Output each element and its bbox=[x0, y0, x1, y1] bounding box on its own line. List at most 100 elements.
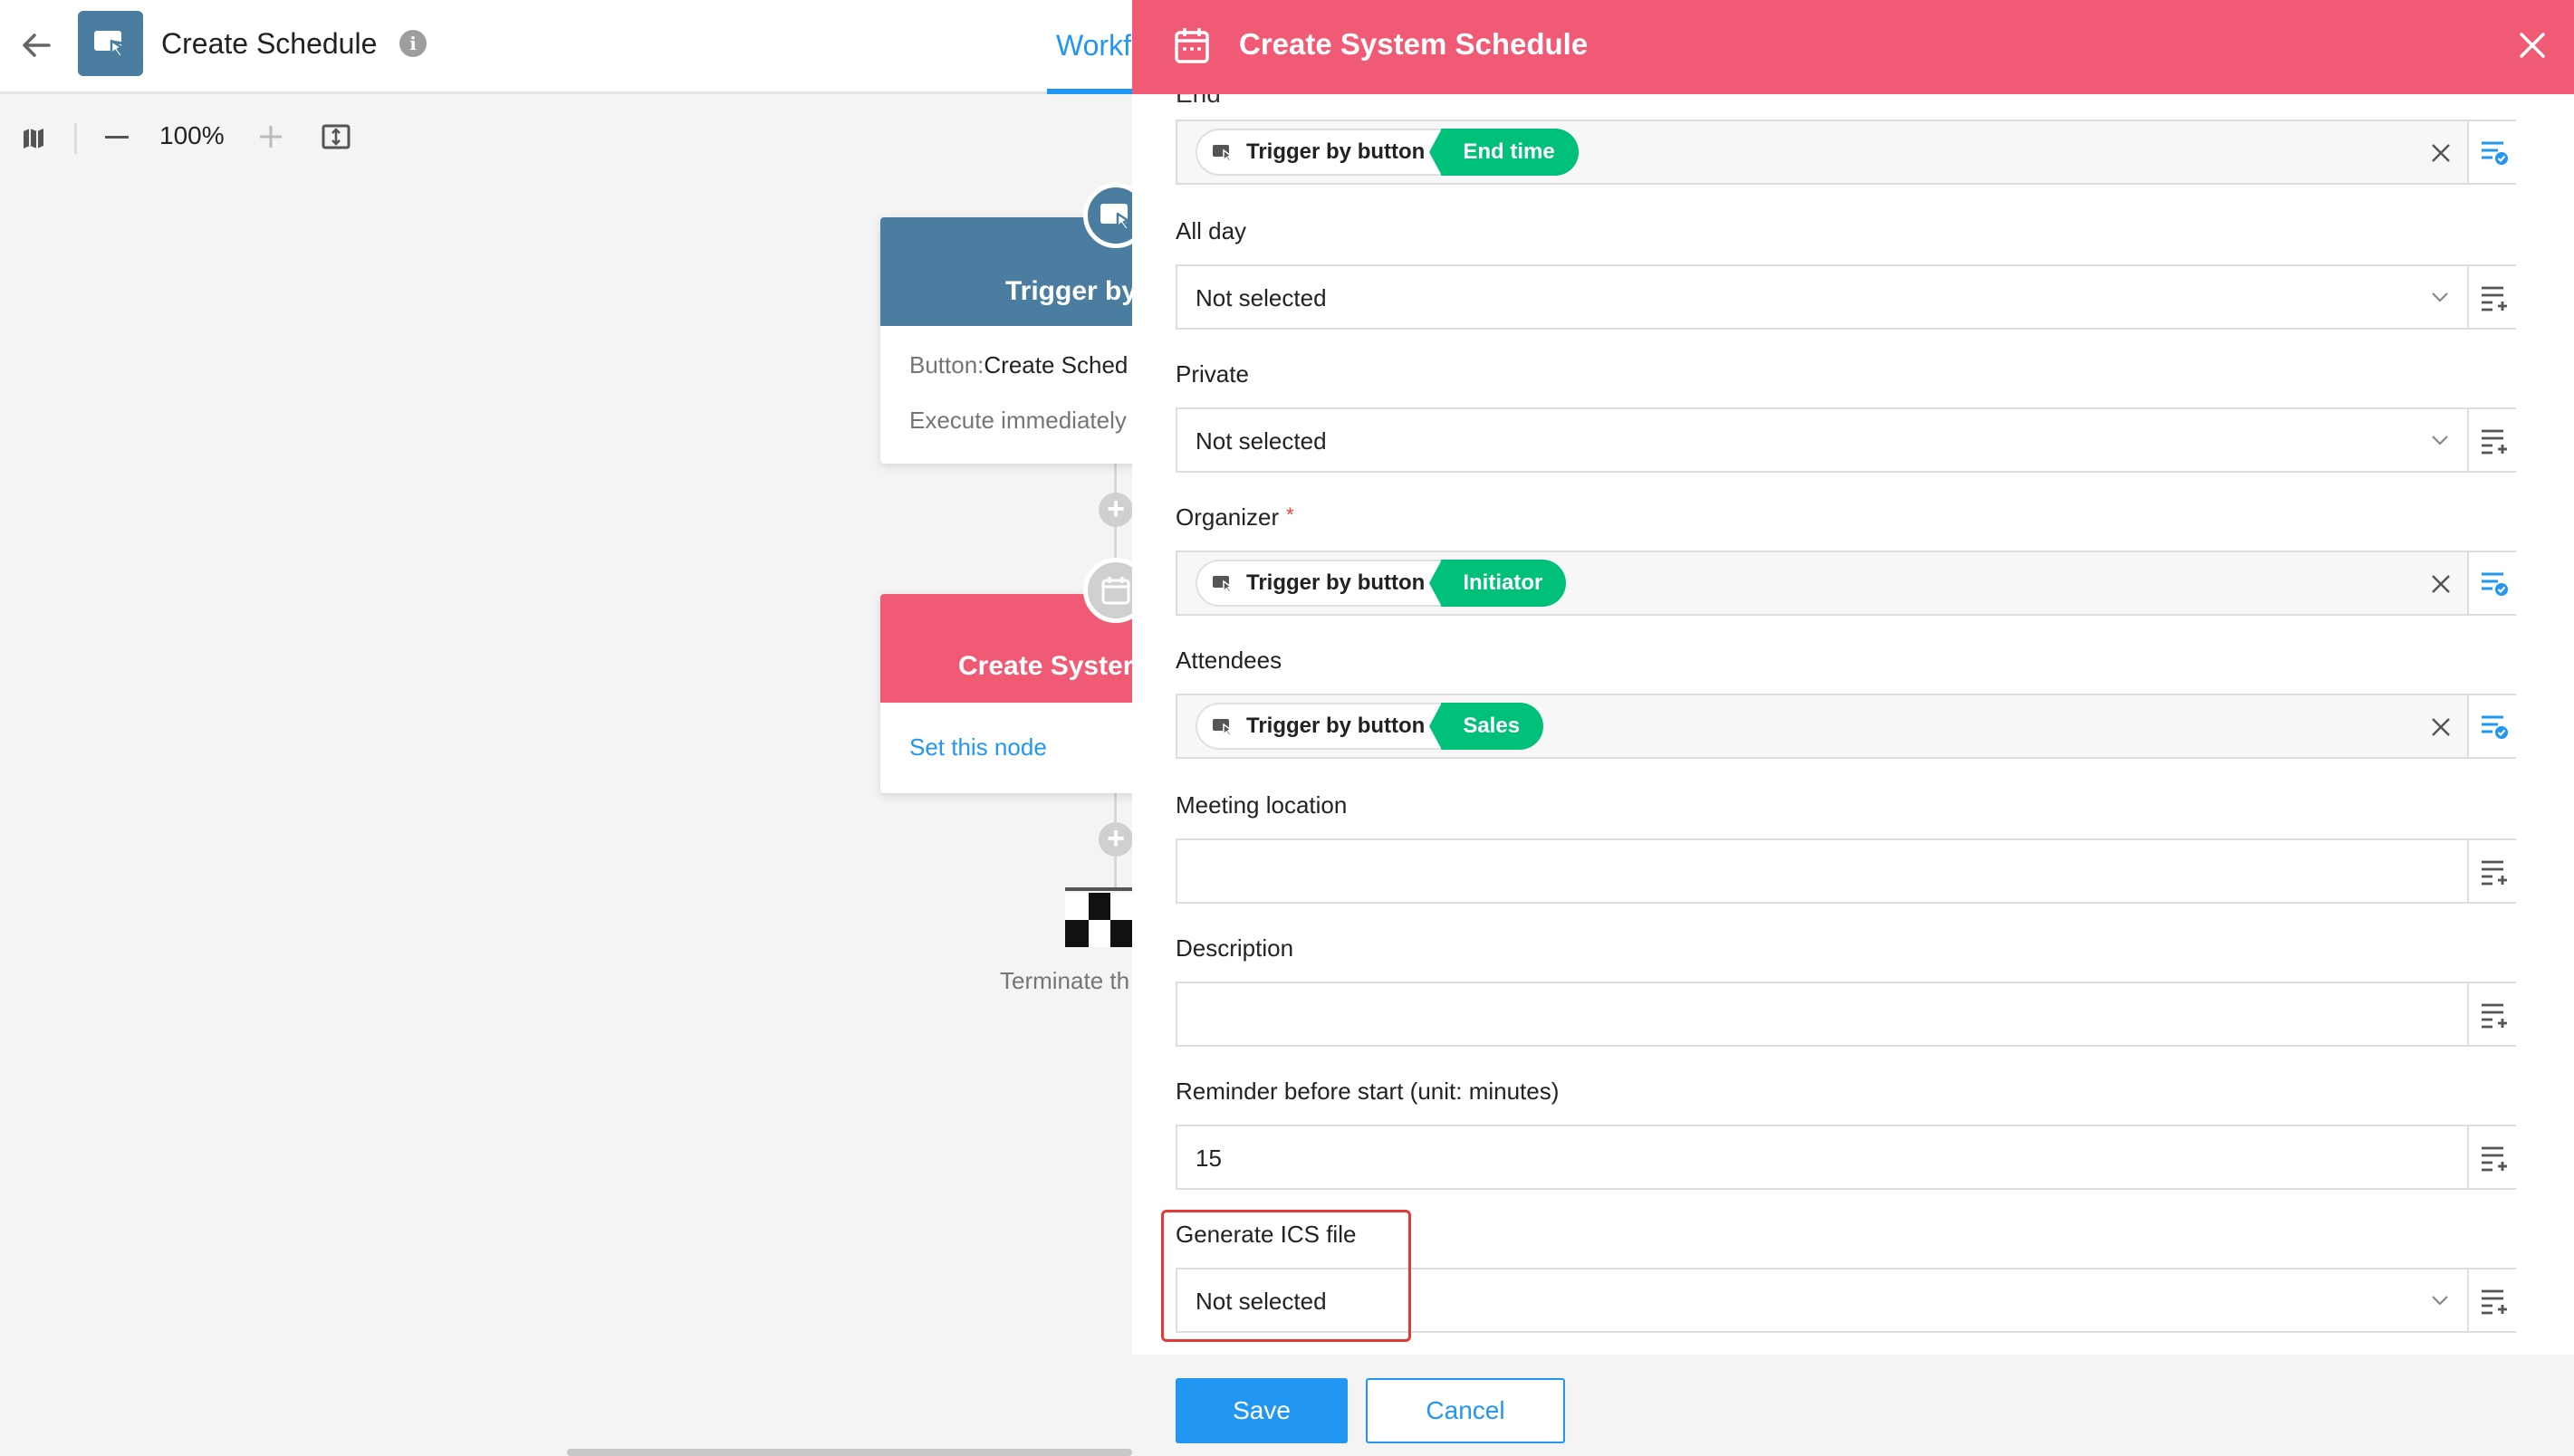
private-select[interactable]: Not selected bbox=[1176, 407, 2516, 473]
zoom-in-icon[interactable] bbox=[257, 123, 284, 150]
trigger-node-card[interactable]: Trigger by Button:Create Sched Execute i… bbox=[880, 217, 1152, 464]
trigger-node-button-value: Create Sched bbox=[984, 351, 1129, 378]
add-node-button[interactable]: + bbox=[1099, 493, 1133, 527]
end-field-input[interactable]: Trigger by button End time bbox=[1177, 121, 2467, 183]
description-input-main[interactable] bbox=[1177, 983, 2467, 1045]
chevron-down-icon bbox=[2432, 1296, 2448, 1306]
required-marker: * bbox=[1286, 503, 1294, 526]
map-icon[interactable] bbox=[22, 127, 45, 150]
trigger-button-icon bbox=[1213, 719, 1233, 736]
attendees-field[interactable]: Trigger by button Sales bbox=[1176, 694, 2516, 759]
reminder-input[interactable]: 15 bbox=[1176, 1125, 2516, 1190]
end-flag-icon bbox=[1065, 887, 1132, 947]
field-selected-icon bbox=[2482, 141, 2508, 165]
field-picker-button[interactable] bbox=[2467, 266, 2516, 328]
chevron-down-icon bbox=[2432, 436, 2448, 445]
field-add-icon bbox=[2482, 429, 2507, 455]
info-icon[interactable]: i bbox=[399, 30, 427, 57]
trigger-button-icon bbox=[1213, 576, 1233, 593]
tag-source-label: Trigger by button bbox=[1246, 139, 1426, 164]
end-node-label: Terminate th bbox=[1000, 967, 1130, 994]
attendees-label: Attendees bbox=[1176, 647, 1282, 674]
clear-icon[interactable] bbox=[2429, 141, 2453, 165]
organizer-field-input[interactable]: Trigger by button Initiator bbox=[1177, 552, 2467, 614]
tab-workflow[interactable]: Workf bbox=[1056, 29, 1131, 62]
end-field-label: End bbox=[1176, 94, 1221, 109]
variable-tag: Trigger by button Sales bbox=[1196, 703, 1544, 750]
clear-icon[interactable] bbox=[2429, 572, 2453, 596]
tag-source: Trigger by button bbox=[1196, 560, 1442, 607]
tag-source-label: Trigger by button bbox=[1246, 570, 1426, 595]
horizontal-scrollbar[interactable] bbox=[567, 1449, 1132, 1456]
field-add-icon bbox=[2482, 1003, 2507, 1029]
panel-header: Create System Schedule bbox=[1132, 0, 2574, 94]
add-node-button[interactable]: + bbox=[1099, 822, 1133, 857]
field-selected-icon bbox=[2482, 572, 2508, 596]
description-input[interactable] bbox=[1176, 982, 2516, 1047]
meeting-location-input[interactable] bbox=[1176, 838, 2516, 904]
field-picker-button[interactable] bbox=[2467, 552, 2516, 614]
field-picker-button[interactable] bbox=[2467, 1126, 2516, 1188]
meeting-location-label: Meeting location bbox=[1176, 791, 1348, 819]
variable-tag: Trigger by button Initiator bbox=[1196, 560, 1567, 607]
field-picker-button[interactable] bbox=[2467, 121, 2516, 183]
tag-source-label: Trigger by button bbox=[1246, 714, 1426, 738]
save-button[interactable]: Save bbox=[1176, 1378, 1348, 1443]
private-label: Private bbox=[1176, 360, 1249, 388]
tag-source: Trigger by button bbox=[1196, 703, 1442, 750]
field-add-icon bbox=[2482, 286, 2507, 311]
private-select-main[interactable]: Not selected bbox=[1177, 409, 2467, 471]
field-picker-button[interactable] bbox=[2467, 983, 2516, 1045]
all-day-value: Not selected bbox=[1196, 284, 1327, 311]
field-add-icon bbox=[2482, 1289, 2507, 1315]
panel-title: Create System Schedule bbox=[1239, 27, 1589, 61]
tag-field-label: Initiator bbox=[1429, 560, 1567, 607]
field-picker-button[interactable] bbox=[2467, 409, 2516, 471]
trigger-button-icon bbox=[94, 31, 127, 59]
zoom-out-icon[interactable] bbox=[105, 136, 129, 139]
organizer-label-text: Organizer bbox=[1176, 503, 1280, 531]
reminder-input-main[interactable]: 15 bbox=[1177, 1126, 2467, 1188]
calendar-icon bbox=[1101, 577, 1130, 605]
app-logo bbox=[78, 11, 143, 76]
trigger-button-icon bbox=[1213, 145, 1233, 162]
organizer-field[interactable]: Trigger by button Initiator bbox=[1176, 551, 2516, 616]
field-picker-button[interactable] bbox=[2467, 695, 2516, 757]
clear-icon[interactable] bbox=[2429, 715, 2453, 739]
fit-screen-icon[interactable] bbox=[321, 121, 351, 152]
trigger-node-body: Button:Create Sched bbox=[880, 326, 1152, 379]
trigger-button-icon bbox=[1100, 204, 1130, 232]
reminder-label: Reminder before start (unit: minutes) bbox=[1176, 1078, 1560, 1105]
field-picker-button[interactable] bbox=[2467, 1269, 2516, 1331]
close-icon[interactable] bbox=[2516, 29, 2549, 62]
tag-source: Trigger by button bbox=[1196, 129, 1442, 176]
field-add-icon bbox=[2482, 860, 2507, 886]
panel-form: End Trigger by button End time bbox=[1132, 94, 2574, 1355]
attendees-field-input[interactable]: Trigger by button Sales bbox=[1177, 695, 2467, 757]
trigger-node-button-prefix: Button: bbox=[909, 351, 984, 378]
cancel-button[interactable]: Cancel bbox=[1366, 1378, 1565, 1443]
annotation-highlight bbox=[1161, 1210, 1411, 1342]
panel-footer: Save Cancel bbox=[1132, 1355, 2574, 1456]
calendar-icon bbox=[1175, 28, 1209, 63]
tab-active-indicator bbox=[1047, 89, 1132, 94]
field-selected-icon bbox=[2482, 715, 2508, 739]
trigger-node-exec: Execute immediately bbox=[909, 407, 1127, 434]
all-day-select-main[interactable]: Not selected bbox=[1177, 266, 2467, 328]
all-day-select[interactable]: Not selected bbox=[1176, 264, 2516, 330]
side-panel: Create System Schedule End Trigger by bu… bbox=[1132, 0, 2574, 1456]
meeting-location-input-main[interactable] bbox=[1177, 840, 2467, 902]
back-arrow-icon[interactable] bbox=[18, 27, 54, 63]
variable-tag: Trigger by button End time bbox=[1196, 129, 1579, 176]
organizer-label: Organizer * bbox=[1176, 503, 1294, 532]
action-node-link[interactable]: Set this node bbox=[880, 703, 1152, 762]
field-picker-button[interactable] bbox=[2467, 840, 2516, 902]
private-value: Not selected bbox=[1196, 427, 1327, 455]
field-add-icon bbox=[2482, 1146, 2507, 1172]
end-field[interactable]: Trigger by button End time bbox=[1176, 120, 2516, 185]
description-label: Description bbox=[1176, 934, 1294, 962]
tag-field-label: End time bbox=[1429, 129, 1579, 176]
reminder-value: 15 bbox=[1196, 1145, 1222, 1172]
all-day-label: All day bbox=[1176, 217, 1247, 244]
action-node-card[interactable]: Create Syster Set this node bbox=[880, 594, 1152, 793]
